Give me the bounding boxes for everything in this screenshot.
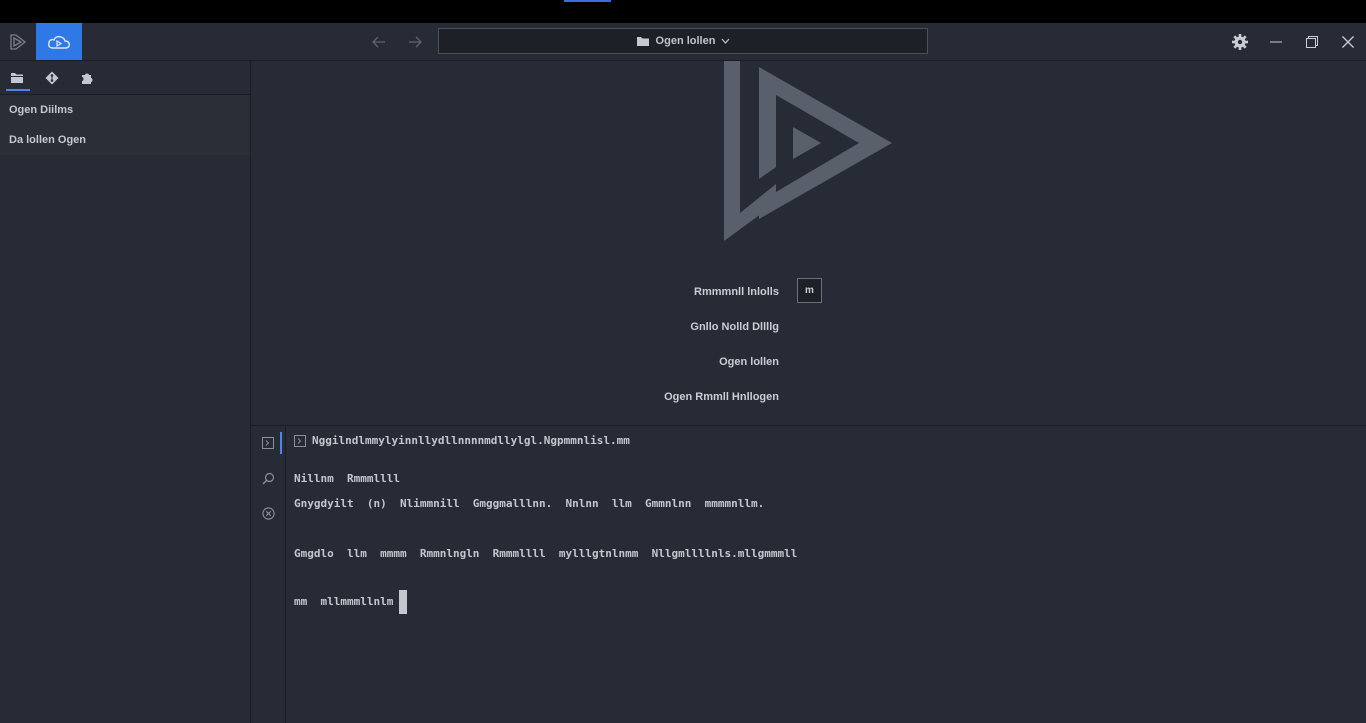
terminal-prompt-icon: [294, 434, 306, 447]
search-icon[interactable]: [251, 463, 285, 493]
small-button[interactable]: m: [797, 278, 822, 303]
terminal-cursor: [399, 590, 408, 614]
chevron-down-icon: [722, 38, 730, 44]
app-logo-icon: [724, 61, 892, 241]
terminal-path: Nggilndlmmylyinnllydllnnnnmdllylgl.Ngpmm…: [312, 434, 630, 447]
tab-git[interactable]: [39, 61, 65, 94]
terminal-prompt: mm mllmmmllnlm: [294, 595, 394, 608]
terminal-line: Gnygdyilt (n) Nlimmnill Gmggmalllnn. Nnl…: [294, 497, 765, 510]
restore-icon[interactable]: [1294, 23, 1330, 60]
sidebar-tabs: [0, 61, 250, 95]
minimize-icon[interactable]: [1258, 23, 1294, 60]
forward-arrow-icon[interactable]: [402, 23, 428, 60]
form-label-0: Rmmmnll lnlolls: [694, 286, 779, 298]
command-search-box[interactable]: Ogen lollen: [438, 28, 928, 54]
tab-explorer[interactable]: [4, 61, 30, 94]
search-label: Ogen lollen: [655, 35, 716, 47]
sidebar-item-1[interactable]: Da lollen Ogen: [0, 125, 250, 155]
top-strip: [0, 0, 1366, 23]
close-icon[interactable]: [1330, 23, 1366, 60]
cloud-icon[interactable]: [36, 23, 82, 60]
title-bar: Ogen lollen: [0, 23, 1366, 61]
terminal-prompt-line[interactable]: mm mllmmmllnlm: [294, 590, 408, 614]
terminal-line: Gmgdlo llm mmmm Rmmnlngln Rmmmllll mylll…: [294, 547, 798, 560]
terminal-line: Nillnm Rmmmllll: [294, 472, 400, 485]
folder-icon: [11, 72, 23, 83]
form-label-1[interactable]: Gnllo Nolld Dllllg: [251, 321, 779, 333]
terminal-sidebar: [251, 426, 286, 723]
terminal-panel[interactable]: Nggilndlmmylyinnllydllnnnnmdllylgl.Ngpmm…: [286, 426, 1366, 723]
tab-extensions[interactable]: [74, 61, 100, 94]
sidebar-item-0[interactable]: Ogen Diilms: [0, 95, 250, 125]
sidebar-item-label: Ogen Diilms: [9, 104, 74, 116]
git-icon: [45, 71, 59, 84]
sidebar: Ogen Diilms Da lollen Ogen: [0, 61, 251, 723]
form-label-3[interactable]: Ogen Rmmll Hnllogen: [251, 391, 779, 403]
app-logo-icon[interactable]: [0, 23, 36, 60]
terminal-header: Nggilndlmmylyinnllydllnnnnmdllylgl.Ngpmm…: [294, 434, 630, 447]
back-arrow-icon[interactable]: [366, 23, 392, 60]
folder-icon: [636, 37, 649, 46]
active-tab-indicator: [564, 0, 611, 2]
terminal-icon[interactable]: [251, 428, 285, 458]
settings-gear-icon[interactable]: [1222, 23, 1258, 60]
welcome-panel: Rmmmnll lnlolls m Gnllo Nolld Dllllg Oge…: [251, 61, 1366, 426]
sidebar-item-label: Da lollen Ogen: [9, 134, 87, 146]
extensions-icon: [82, 73, 93, 84]
close-circle-icon[interactable]: [251, 498, 285, 528]
form-label-2[interactable]: Ogen lollen: [251, 356, 779, 368]
